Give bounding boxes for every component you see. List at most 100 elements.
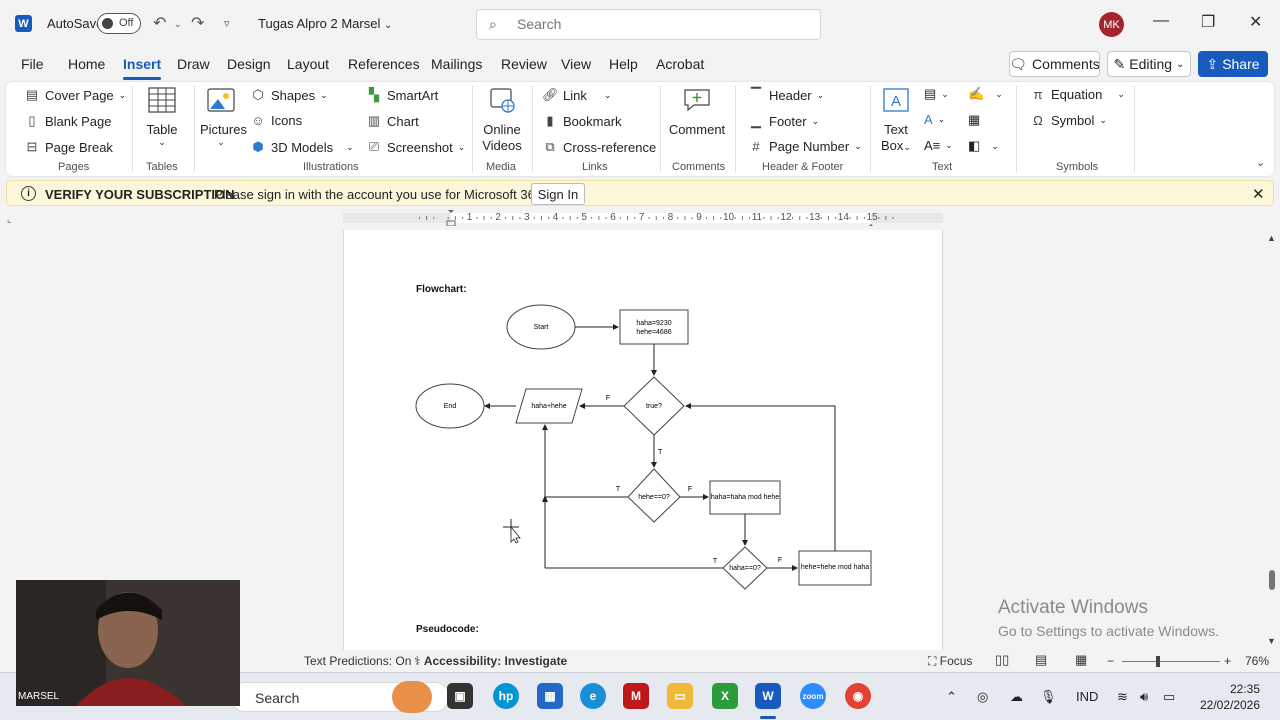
tab-selector-icon[interactable]: ⌞	[7, 214, 11, 225]
volume-icon[interactable]: 🔊︎	[1140, 689, 1148, 705]
comment-button[interactable]: Comment	[668, 86, 726, 138]
avatar[interactable]: MK	[1099, 12, 1124, 37]
text-predictions-status[interactable]: Text Predictions: On	[304, 654, 411, 668]
wifi-icon[interactable]: ≋	[1117, 689, 1128, 705]
tab-home[interactable]: Home	[68, 56, 105, 72]
tab-references[interactable]: References	[348, 56, 420, 72]
editing-button[interactable]: ✎ Editing ⌄	[1107, 51, 1191, 77]
scroll-up-icon[interactable]: ▲	[1267, 233, 1276, 243]
bookmark-button[interactable]: ▮ Bookmark	[542, 113, 621, 129]
copilot-icon[interactable]: ◎	[977, 689, 988, 705]
edge-icon[interactable]: e	[580, 683, 606, 709]
footer-button[interactable]: ▁ Footer ⌄	[748, 113, 819, 129]
document-page[interactable]: Flowchart: Start haha=9230 hehe=4686 tru…	[343, 230, 943, 650]
smartart-button[interactable]: ▚ SmartArt	[366, 87, 438, 103]
tab-layout[interactable]: Layout	[287, 56, 329, 72]
header-button[interactable]: ▔ Header ⌄	[748, 87, 824, 103]
show-hidden-icons-icon[interactable]: ⌃	[946, 689, 957, 705]
vertical-scrollbar[interactable]: ▲ ▼	[1264, 230, 1280, 650]
cover-page-button[interactable]: ▤ Cover Page ⌄	[24, 87, 126, 103]
file-explorer-icon[interactable]: ▭	[667, 683, 693, 709]
blank-page-button[interactable]: ▯ Blank Page	[24, 113, 111, 129]
share-button[interactable]: ⇪ Share	[1198, 51, 1268, 77]
sign-in-button[interactable]: Sign In	[531, 183, 585, 205]
zoom-out-icon[interactable]: −	[1107, 654, 1114, 668]
shapes-button[interactable]: ⬡ Shapes ⌄	[250, 87, 327, 103]
undo-icon[interactable]: ↶	[153, 13, 166, 33]
page-number-button[interactable]: # Page Number ⌄	[748, 139, 861, 154]
system-clock[interactable]: 22:35 22/02/2026	[1197, 681, 1260, 713]
cross-reference-button[interactable]: ⧉ Cross-reference	[542, 139, 656, 155]
mcafee-icon[interactable]: M	[623, 683, 649, 709]
read-mode-icon[interactable]: ▯▯	[995, 652, 1009, 668]
chart-button[interactable]: ▥ Chart	[366, 113, 419, 129]
pictures-button[interactable]: Pictures ⌄	[200, 86, 247, 147]
hp-icon[interactable]: hp	[493, 683, 519, 709]
undo-dropdown-icon[interactable]: ⌄	[174, 19, 182, 30]
tab-file[interactable]: File	[21, 56, 44, 72]
search-input[interactable]	[517, 16, 797, 32]
smartart-label: SmartArt	[387, 87, 439, 103]
zoom-level[interactable]: 76%	[1245, 654, 1269, 668]
equation-button[interactable]: π Equation ⌄	[1030, 87, 1125, 102]
3d-models-button[interactable]: ⬢ 3D Models ⌄	[250, 139, 353, 155]
wordart-icon[interactable]: A ⌄	[924, 112, 945, 127]
symbol-button[interactable]: Ω Symbol ⌄	[1030, 113, 1107, 128]
scroll-down-icon[interactable]: ▼	[1267, 636, 1276, 646]
tab-draw[interactable]: Draw	[177, 56, 210, 72]
restore-icon[interactable]: ❐	[1201, 12, 1215, 32]
signature-line-icon[interactable]: ✍ ⌄	[968, 86, 1003, 102]
screenshot-button[interactable]: ⎚ Screenshot ⌄	[366, 139, 466, 155]
word-icon[interactable]: W	[755, 683, 781, 709]
word-app-icon[interactable]: W	[15, 15, 32, 32]
collapse-ribbon-icon[interactable]: ⌄	[1256, 156, 1265, 169]
microsoft-store-icon[interactable]: ▦	[537, 683, 563, 709]
close-icon[interactable]: ✕	[1252, 185, 1265, 203]
group-label-symbols: Symbols	[1056, 161, 1099, 173]
header-icon: ▔	[751, 87, 761, 102]
object-icon[interactable]: ◧ ⌄	[968, 138, 999, 154]
minimize-icon[interactable]: —	[1153, 12, 1169, 30]
search-box[interactable]: ⌕	[476, 9, 821, 40]
battery-icon[interactable]: ▭	[1163, 689, 1175, 705]
zoom-slider-thumb[interactable]	[1156, 656, 1160, 667]
link-button[interactable]: 🔗︎ Link ⌄	[542, 87, 611, 103]
page-break-button[interactable]: ⊟ Page Break	[24, 139, 113, 155]
tab-insert[interactable]: Insert	[123, 56, 162, 80]
icons-button[interactable]: ☺ Icons	[250, 113, 302, 128]
autosave-toggle[interactable]: Off	[97, 13, 141, 34]
zoom-app-icon[interactable]: zoom	[800, 683, 826, 709]
microphone-icon[interactable]: 🎙︎	[1040, 689, 1057, 705]
excel-icon[interactable]: X	[712, 683, 738, 709]
table-button[interactable]: Table ⌄	[144, 86, 180, 147]
close-window-icon[interactable]: ✕	[1249, 12, 1262, 32]
focus-button[interactable]: ⛶ Focus	[928, 654, 972, 669]
zoom-slider[interactable]	[1122, 656, 1220, 667]
text-box-button[interactable]: A Text Box⌄	[876, 86, 916, 155]
accessibility-status[interactable]: ⚕ Accessibility: Investigate	[414, 654, 567, 668]
online-videos-button[interactable]: Online Videos	[480, 86, 524, 154]
drop-cap-icon[interactable]: A≡ ⌄	[924, 138, 953, 153]
chevron-down-icon: ⌄	[1099, 115, 1107, 125]
cover-page-icon: ▤	[25, 87, 39, 102]
comments-button[interactable]: 🗨 Comments	[1009, 51, 1100, 77]
onedrive-icon[interactable]: ☁	[1010, 689, 1023, 705]
tab-review[interactable]: Review	[501, 56, 547, 72]
tab-mailings[interactable]: Mailings	[431, 56, 482, 72]
redo-icon[interactable]: ↷	[191, 13, 204, 33]
chrome-icon[interactable]: ◉	[845, 683, 871, 709]
input-language[interactable]: IND	[1076, 689, 1098, 704]
print-layout-icon[interactable]: ▤	[1035, 652, 1047, 668]
zoom-in-icon[interactable]: +	[1224, 654, 1231, 668]
quick-parts-icon[interactable]: ▤ ⌄	[924, 86, 949, 102]
tab-view[interactable]: View	[561, 56, 591, 72]
tab-acrobat[interactable]: Acrobat	[656, 56, 704, 72]
document-title[interactable]: Tugas Alpro 2 Marsel ⌄	[258, 16, 392, 31]
tab-design[interactable]: Design	[227, 56, 271, 72]
customize-toolbar-icon[interactable]: ▿	[224, 17, 230, 30]
tab-help[interactable]: Help	[609, 56, 638, 72]
web-layout-icon[interactable]: ▦	[1075, 652, 1087, 668]
date-time-icon[interactable]: ▦	[968, 112, 980, 128]
task-view-icon[interactable]: ▣	[447, 683, 473, 709]
scrollbar-thumb[interactable]	[1269, 570, 1275, 590]
